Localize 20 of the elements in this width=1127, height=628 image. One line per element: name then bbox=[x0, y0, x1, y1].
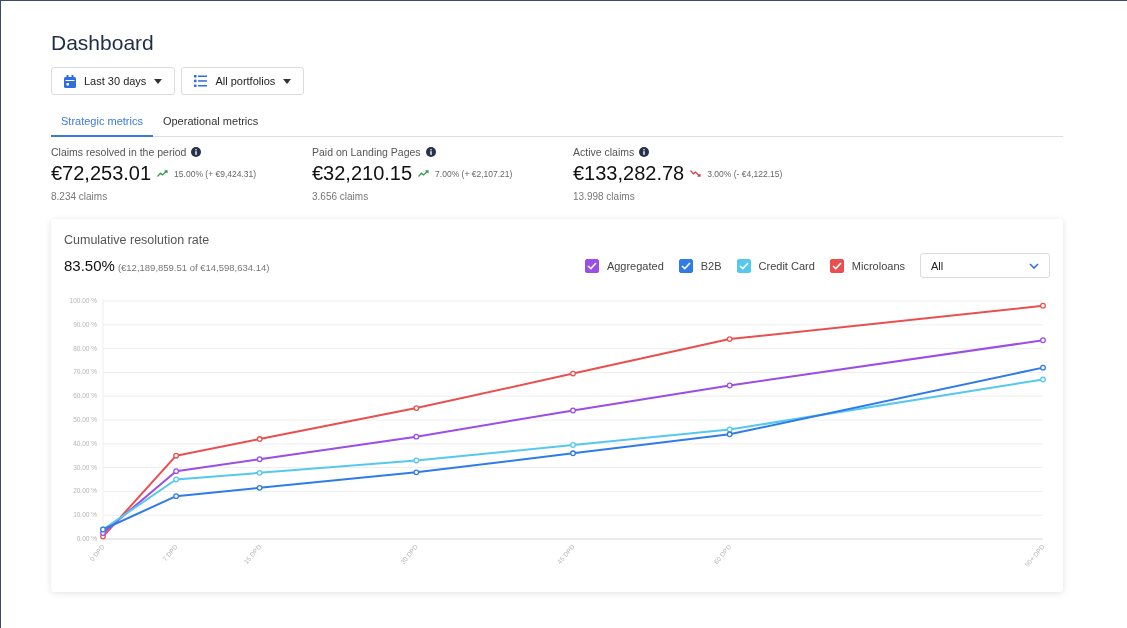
metric-label: Paid on Landing Pages bbox=[312, 146, 421, 158]
metric-change: 15.00% (+ €9,424.31) bbox=[174, 168, 257, 179]
legend-label: Microloans bbox=[851, 259, 905, 272]
metric-value: €72,253.01 bbox=[51, 162, 152, 185]
legend-label: Aggregated bbox=[606, 259, 664, 272]
chart-title: Cumulative resolution rate bbox=[63, 232, 211, 247]
legend-label: B2B bbox=[700, 259, 722, 272]
metric-change: 3.00% (- €4,122.15) bbox=[707, 168, 783, 179]
metric-label: Claims resolved in the period bbox=[51, 146, 187, 158]
legend-label: Credit Card bbox=[758, 259, 815, 272]
resolution-rate: 83.50% bbox=[64, 256, 115, 274]
claims-count: 3.656 claims bbox=[312, 191, 370, 202]
metric-value: €32,210.15 bbox=[312, 162, 413, 185]
rate-detail: (€12,189,859.51 of €14,598,634.14) bbox=[117, 261, 270, 273]
page-title: Dashboard bbox=[51, 31, 155, 55]
metric-label: Active claims bbox=[573, 146, 635, 158]
claims-count: 13.998 claims bbox=[573, 191, 636, 202]
metric-value: €133,282.78 bbox=[573, 162, 685, 185]
metric-change: 7.00% (+ €2,107.21) bbox=[435, 168, 513, 179]
claims-count: 8.234 claims bbox=[51, 191, 109, 202]
